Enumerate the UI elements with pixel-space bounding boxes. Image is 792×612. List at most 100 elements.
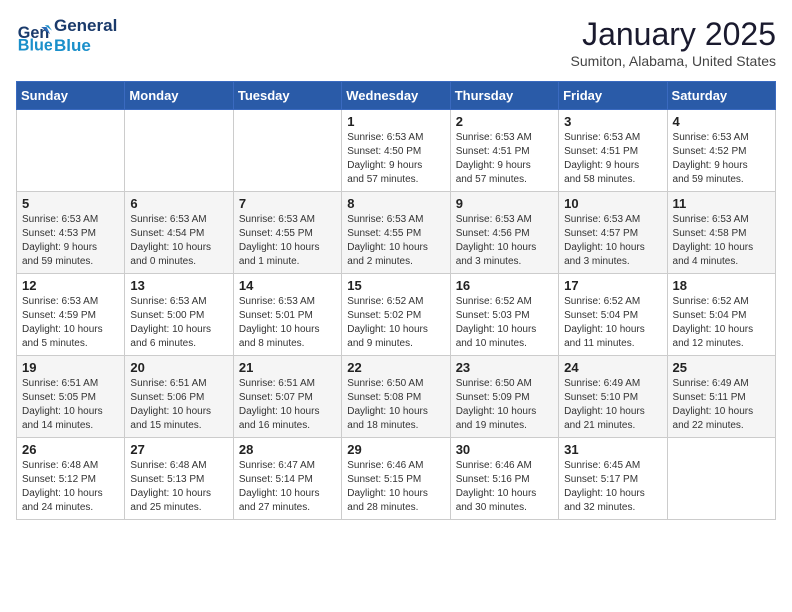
logo: Gen Blue General Blue bbox=[16, 16, 117, 57]
day-number: 22 bbox=[347, 360, 444, 375]
calendar-week-4: 19 Sunrise: 6:51 AM Sunset: 5:05 PM Dayli… bbox=[17, 356, 776, 438]
day-number: 3 bbox=[564, 114, 661, 129]
title-block: January 2025 Sumiton, Alabama, United St… bbox=[571, 16, 776, 69]
day-number: 14 bbox=[239, 278, 336, 293]
page-header: Gen Blue General Blue January 2025 Sumit… bbox=[16, 16, 776, 69]
day-number: 1 bbox=[347, 114, 444, 129]
day-info: Sunrise: 6:53 AM Sunset: 4:54 PM Dayligh… bbox=[130, 213, 227, 269]
calendar-cell: 29 Sunrise: 6:46 AM Sunset: 5:15 PM Dayli… bbox=[342, 438, 450, 520]
day-number: 27 bbox=[130, 442, 227, 457]
calendar-cell: 4 Sunrise: 6:53 AM Sunset: 4:52 PM Daylig… bbox=[667, 110, 775, 192]
weekday-header-thursday: Thursday bbox=[450, 82, 558, 110]
day-info: Sunrise: 6:52 AM Sunset: 5:04 PM Dayligh… bbox=[564, 295, 661, 351]
day-number: 12 bbox=[22, 278, 119, 293]
day-number: 23 bbox=[456, 360, 553, 375]
calendar-week-5: 26 Sunrise: 6:48 AM Sunset: 5:12 PM Dayli… bbox=[17, 438, 776, 520]
calendar-cell: 5Sunrise: 6:53 AM Sunset: 4:53 PM Daylig… bbox=[17, 192, 125, 274]
calendar-cell: 16Sunrise: 6:52 AM Sunset: 5:03 PM Dayli… bbox=[450, 274, 558, 356]
day-number: 19 bbox=[22, 360, 119, 375]
calendar-cell: 30 Sunrise: 6:46 AM Sunset: 5:16 PM Dayli… bbox=[450, 438, 558, 520]
day-number: 13 bbox=[130, 278, 227, 293]
weekday-header-row: SundayMondayTuesdayWednesdayThursdayFrid… bbox=[17, 82, 776, 110]
day-info: Sunrise: 6:52 AM Sunset: 5:02 PM Dayligh… bbox=[347, 295, 444, 351]
day-number: 21 bbox=[239, 360, 336, 375]
day-info: Sunrise: 6:51 AM Sunset: 5:07 PM Dayligh… bbox=[239, 377, 336, 433]
calendar-cell: 1 Sunrise: 6:53 AM Sunset: 4:50 PM Daylig… bbox=[342, 110, 450, 192]
calendar-cell: 18Sunrise: 6:52 AM Sunset: 5:04 PM Dayli… bbox=[667, 274, 775, 356]
day-info: Sunrise: 6:53 AM Sunset: 4:53 PM Dayligh… bbox=[22, 213, 119, 269]
day-number: 24 bbox=[564, 360, 661, 375]
calendar-cell: 8Sunrise: 6:53 AM Sunset: 4:55 PM Daylig… bbox=[342, 192, 450, 274]
logo-line2: Blue bbox=[54, 36, 117, 56]
calendar-cell: 17Sunrise: 6:52 AM Sunset: 5:04 PM Dayli… bbox=[559, 274, 667, 356]
day-info: Sunrise: 6:48 AM Sunset: 5:12 PM Dayligh… bbox=[22, 459, 119, 515]
day-number: 31 bbox=[564, 442, 661, 457]
calendar-cell: 10 Sunrise: 6:53 AM Sunset: 4:57 PM Dayli… bbox=[559, 192, 667, 274]
day-info: Sunrise: 6:46 AM Sunset: 5:15 PM Dayligh… bbox=[347, 459, 444, 515]
calendar-cell: 3Sunrise: 6:53 AM Sunset: 4:51 PM Daylig… bbox=[559, 110, 667, 192]
day-info: Sunrise: 6:53 AM Sunset: 4:59 PM Dayligh… bbox=[22, 295, 119, 351]
day-number: 28 bbox=[239, 442, 336, 457]
day-number: 4 bbox=[673, 114, 770, 129]
calendar-cell: 9 Sunrise: 6:53 AM Sunset: 4:56 PM Daylig… bbox=[450, 192, 558, 274]
day-info: Sunrise: 6:48 AM Sunset: 5:13 PM Dayligh… bbox=[130, 459, 227, 515]
weekday-header-sunday: Sunday bbox=[17, 82, 125, 110]
weekday-header-wednesday: Wednesday bbox=[342, 82, 450, 110]
day-info: Sunrise: 6:53 AM Sunset: 4:51 PM Dayligh… bbox=[456, 131, 553, 187]
calendar-cell: 31Sunrise: 6:45 AM Sunset: 5:17 PM Dayli… bbox=[559, 438, 667, 520]
weekday-header-friday: Friday bbox=[559, 82, 667, 110]
calendar-cell: 2 Sunrise: 6:53 AM Sunset: 4:51 PM Daylig… bbox=[450, 110, 558, 192]
day-number: 20 bbox=[130, 360, 227, 375]
day-info: Sunrise: 6:53 AM Sunset: 5:01 PM Dayligh… bbox=[239, 295, 336, 351]
day-info: Sunrise: 6:53 AM Sunset: 5:00 PM Dayligh… bbox=[130, 295, 227, 351]
day-number: 25 bbox=[673, 360, 770, 375]
location-subtitle: Sumiton, Alabama, United States bbox=[571, 53, 776, 69]
logo-icon: Gen Blue bbox=[16, 18, 52, 54]
day-info: Sunrise: 6:50 AM Sunset: 5:09 PM Dayligh… bbox=[456, 377, 553, 433]
day-number: 18 bbox=[673, 278, 770, 293]
calendar-cell: 20 Sunrise: 6:51 AM Sunset: 5:06 PM Dayli… bbox=[125, 356, 233, 438]
calendar-cell: 25Sunrise: 6:49 AM Sunset: 5:11 PM Dayli… bbox=[667, 356, 775, 438]
weekday-header-monday: Monday bbox=[125, 82, 233, 110]
day-info: Sunrise: 6:53 AM Sunset: 4:55 PM Dayligh… bbox=[239, 213, 336, 269]
day-info: Sunrise: 6:46 AM Sunset: 5:16 PM Dayligh… bbox=[456, 459, 553, 515]
day-number: 30 bbox=[456, 442, 553, 457]
calendar-cell: 24 Sunrise: 6:49 AM Sunset: 5:10 PM Dayli… bbox=[559, 356, 667, 438]
calendar-cell: 13 Sunrise: 6:53 AM Sunset: 5:00 PM Dayli… bbox=[125, 274, 233, 356]
day-info: Sunrise: 6:51 AM Sunset: 5:05 PM Dayligh… bbox=[22, 377, 119, 433]
day-number: 9 bbox=[456, 196, 553, 211]
calendar-cell bbox=[17, 110, 125, 192]
calendar-cell: 6 Sunrise: 6:53 AM Sunset: 4:54 PM Daylig… bbox=[125, 192, 233, 274]
calendar-cell bbox=[667, 438, 775, 520]
calendar-cell: 19 Sunrise: 6:51 AM Sunset: 5:05 PM Dayli… bbox=[17, 356, 125, 438]
calendar-week-3: 12 Sunrise: 6:53 AM Sunset: 4:59 PM Dayli… bbox=[17, 274, 776, 356]
calendar-cell: 26 Sunrise: 6:48 AM Sunset: 5:12 PM Dayli… bbox=[17, 438, 125, 520]
calendar-week-2: 5Sunrise: 6:53 AM Sunset: 4:53 PM Daylig… bbox=[17, 192, 776, 274]
calendar-cell bbox=[233, 110, 341, 192]
svg-text:Blue: Blue bbox=[18, 37, 52, 55]
day-info: Sunrise: 6:49 AM Sunset: 5:10 PM Dayligh… bbox=[564, 377, 661, 433]
day-info: Sunrise: 6:47 AM Sunset: 5:14 PM Dayligh… bbox=[239, 459, 336, 515]
day-info: Sunrise: 6:53 AM Sunset: 4:56 PM Dayligh… bbox=[456, 213, 553, 269]
calendar-cell: 28 Sunrise: 6:47 AM Sunset: 5:14 PM Dayli… bbox=[233, 438, 341, 520]
day-number: 6 bbox=[130, 196, 227, 211]
day-info: Sunrise: 6:51 AM Sunset: 5:06 PM Dayligh… bbox=[130, 377, 227, 433]
day-number: 26 bbox=[22, 442, 119, 457]
day-info: Sunrise: 6:53 AM Sunset: 4:50 PM Dayligh… bbox=[347, 131, 444, 187]
day-number: 10 bbox=[564, 196, 661, 211]
day-info: Sunrise: 6:53 AM Sunset: 4:52 PM Dayligh… bbox=[673, 131, 770, 187]
day-number: 15 bbox=[347, 278, 444, 293]
calendar-cell: 12 Sunrise: 6:53 AM Sunset: 4:59 PM Dayli… bbox=[17, 274, 125, 356]
calendar-cell: 21 Sunrise: 6:51 AM Sunset: 5:07 PM Dayli… bbox=[233, 356, 341, 438]
weekday-header-tuesday: Tuesday bbox=[233, 82, 341, 110]
day-info: Sunrise: 6:53 AM Sunset: 4:57 PM Dayligh… bbox=[564, 213, 661, 269]
calendar-cell: 14 Sunrise: 6:53 AM Sunset: 5:01 PM Dayli… bbox=[233, 274, 341, 356]
day-number: 2 bbox=[456, 114, 553, 129]
day-info: Sunrise: 6:53 AM Sunset: 4:55 PM Dayligh… bbox=[347, 213, 444, 269]
calendar-cell: 7 Sunrise: 6:53 AM Sunset: 4:55 PM Daylig… bbox=[233, 192, 341, 274]
logo-line1: General bbox=[54, 16, 117, 36]
day-number: 29 bbox=[347, 442, 444, 457]
day-number: 7 bbox=[239, 196, 336, 211]
day-info: Sunrise: 6:53 AM Sunset: 4:58 PM Dayligh… bbox=[673, 213, 770, 269]
calendar-cell: 15 Sunrise: 6:52 AM Sunset: 5:02 PM Dayli… bbox=[342, 274, 450, 356]
